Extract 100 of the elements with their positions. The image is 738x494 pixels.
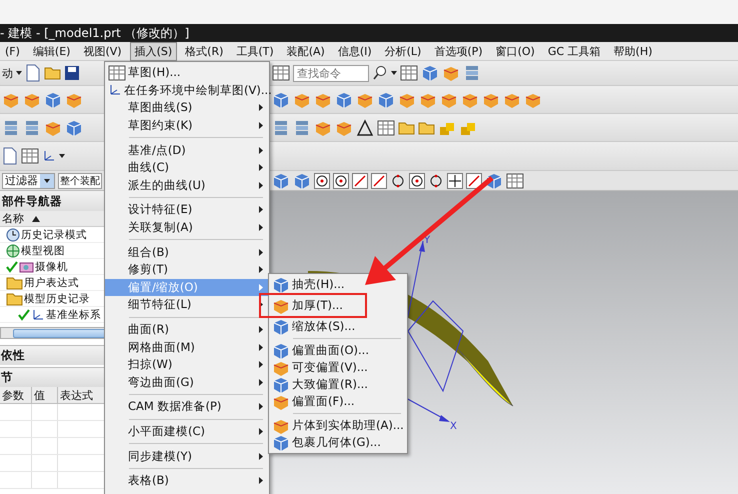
menu-item[interactable]: 草图约束(K) — [105, 116, 269, 134]
caret-icon[interactable] — [44, 178, 50, 182]
stack-icon[interactable] — [293, 118, 311, 136]
submenu-arrow-icon — [259, 428, 263, 435]
circle-icon[interactable] — [428, 172, 444, 188]
cube-icon[interactable] — [44, 90, 62, 108]
table-icon[interactable] — [400, 64, 418, 82]
sort-icon[interactable] — [32, 216, 40, 222]
table-icon[interactable] — [506, 172, 524, 190]
menu-item[interactable]: 弯边曲面(G) — [105, 374, 269, 392]
search-field[interactable]: 查找命令 — [293, 64, 369, 82]
menu-item[interactable]: 偏置曲面(O)... — [269, 342, 407, 359]
menu-item[interactable]: (F) — [0, 42, 25, 60]
scope-field[interactable]: 整个装配 — [58, 172, 102, 188]
save-icon[interactable] — [64, 65, 80, 81]
column-header[interactable]: 值 — [32, 387, 58, 403]
menu-item[interactable]: 同步建模(Y) — [105, 447, 269, 465]
menu-item[interactable]: 装配(A) — [282, 42, 330, 60]
menu-item[interactable]: CAM 数据准备(P) — [105, 398, 269, 416]
menu-item[interactable]: 编辑(E) — [28, 42, 76, 60]
folder-icon[interactable] — [398, 120, 415, 134]
table-icon[interactable] — [21, 147, 39, 165]
document-icon[interactable] — [25, 64, 41, 82]
crosshair-icon[interactable] — [447, 172, 463, 188]
tree-item[interactable]: 历史记录模式 — [21, 228, 87, 242]
folder-icon[interactable] — [418, 120, 435, 134]
menu-item[interactable]: 偏置面(F)... — [269, 393, 407, 410]
menu-item[interactable]: 网格曲面(M) — [105, 338, 269, 356]
tree-item[interactable]: 用户表达式 — [24, 276, 79, 290]
menu-item[interactable]: GC 工具箱 — [542, 42, 606, 60]
menu-item[interactable]: 首选项(P) — [429, 42, 488, 60]
document-icon[interactable] — [2, 147, 18, 165]
menu-item[interactable]: 草图曲线(S) — [105, 99, 269, 117]
menu-item[interactable]: 抽壳(H)... — [269, 276, 407, 293]
menu-item[interactable]: 设计特征(E) — [105, 201, 269, 219]
camera-icon — [19, 260, 34, 274]
menu-item[interactable]: 修剪(T) — [105, 260, 269, 279]
tree-item[interactable]: 基准坐标系 — [46, 308, 101, 322]
submenu-arrow-icon — [259, 326, 263, 334]
cube-icon[interactable] — [272, 172, 290, 190]
cube-icon[interactable] — [65, 118, 83, 136]
cube-icon[interactable] — [335, 90, 353, 108]
column-header[interactable]: 名称 — [2, 211, 24, 226]
stack-icon[interactable] — [23, 118, 41, 136]
menu-item[interactable]: 视图(V) — [78, 42, 127, 60]
cube-icon[interactable] — [293, 172, 311, 190]
target-icon[interactable] — [409, 172, 425, 188]
cube-icon[interactable] — [377, 90, 395, 108]
menu-item[interactable]: 在任务环境中绘制草图(V)... — [105, 82, 269, 100]
menu-item[interactable]: 帮助(H) — [608, 42, 658, 60]
menu-item[interactable]: 组合(B) — [105, 243, 269, 261]
menu-item[interactable]: 基准/点(D) — [105, 141, 269, 159]
menu-item[interactable]: 曲线(C) — [105, 158, 269, 177]
stack-icon[interactable] — [272, 118, 290, 136]
check-icon[interactable] — [6, 260, 18, 272]
menu-item[interactable]: 小平面建模(C) — [105, 422, 269, 440]
tree-item[interactable]: 摄像机 — [35, 260, 68, 274]
block-icon[interactable] — [442, 64, 460, 82]
circle-icon[interactable] — [390, 172, 406, 188]
cube-icon[interactable] — [485, 172, 503, 190]
menu-item[interactable]: 缩放体(S)... — [269, 318, 407, 335]
check-icon[interactable] — [18, 308, 30, 320]
cube-icon[interactable] — [272, 90, 290, 108]
menu-item[interactable]: 派生的曲线(U) — [105, 176, 269, 194]
caret-icon[interactable] — [16, 71, 22, 75]
stack-icon[interactable] — [463, 64, 481, 82]
filter-dropdown[interactable]: 过滤器 — [2, 172, 55, 188]
menu-item[interactable]: 可变偏置(V)... — [269, 359, 407, 376]
table-icon[interactable] — [377, 118, 395, 136]
line-icon[interactable] — [371, 172, 387, 188]
target-icon[interactable] — [333, 172, 349, 188]
line-icon[interactable] — [466, 172, 482, 188]
menu-item[interactable]: 包裹几何体(G)... — [269, 434, 407, 451]
target-icon[interactable] — [314, 172, 330, 188]
menu-item[interactable]: 表格(B) — [105, 472, 269, 490]
menu-item[interactable]: 窗口(O) — [490, 42, 540, 60]
line-icon[interactable] — [352, 172, 368, 188]
cube-icon[interactable] — [421, 64, 439, 82]
caret-icon[interactable] — [59, 154, 65, 158]
caret-icon[interactable] — [391, 71, 397, 75]
tree-item[interactable]: 模型视图 — [21, 244, 65, 258]
menu-item[interactable]: 工具(T) — [231, 42, 279, 60]
menu-item[interactable]: 分析(L) — [380, 42, 426, 60]
column-header[interactable]: 参数 — [0, 387, 32, 403]
stack-icon[interactable] — [2, 118, 20, 136]
menu-item[interactable]: 信息(I) — [332, 42, 377, 60]
triangle-icon[interactable] — [356, 118, 374, 136]
menu-item[interactable]: 草图(H)... — [105, 64, 269, 82]
folder-icon — [6, 276, 23, 290]
menu-item[interactable]: 插入(S) — [130, 42, 178, 60]
menu-item[interactable]: 关联复制(A) — [105, 218, 269, 236]
search-icon[interactable] — [372, 65, 388, 81]
tree-item[interactable]: 模型历史记录 — [24, 292, 90, 306]
menu-item[interactable]: 格式(R) — [180, 42, 228, 60]
table-icon[interactable] — [272, 64, 290, 82]
menu-item[interactable]: 扫掠(W) — [105, 356, 269, 374]
start-label[interactable]: 动 — [2, 66, 13, 80]
menu-item[interactable]: 大致偏置(R)... — [269, 376, 407, 393]
menu-item[interactable]: 曲面(R) — [105, 320, 269, 338]
menu-item[interactable]: 片体到实体助理(A)... — [269, 417, 407, 434]
